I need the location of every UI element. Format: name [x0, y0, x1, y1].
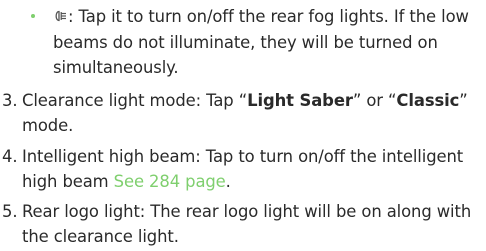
- list-item-number: 4.: [2, 147, 18, 166]
- list-item-text: Clearance light mode: Tap “Light Saber” …: [22, 88, 474, 138]
- list-item-text: Rear logo light: The rear logo light wil…: [22, 202, 472, 246]
- list-item-number: 5.: [2, 202, 18, 221]
- high-beam-suffix: .: [225, 172, 231, 191]
- list-item-number: 3.: [2, 91, 18, 110]
- rear-fog-light-icon: [53, 5, 67, 30]
- rear-fog-light-icon-svg: [55, 10, 66, 22]
- clearance-middle: ” or “: [352, 91, 397, 110]
- manual-page: : Tap it to turn on/off the rear fog lig…: [0, 0, 486, 251]
- page-reference-link[interactable]: See 284 page: [114, 172, 226, 191]
- list-item-text: Intelligent high beam: Tap to turn on/of…: [22, 144, 474, 194]
- bullet-text: : Tap it to turn on/off the rear fog lig…: [53, 4, 473, 80]
- classic-label: Classic: [396, 91, 460, 110]
- clearance-prefix: Clearance light mode: Tap “: [22, 91, 248, 110]
- bullet-dot: [31, 14, 35, 18]
- high-beam-text: Intelligent high beam: Tap to turn on/of…: [22, 147, 464, 191]
- light-saber-label: Light Saber: [247, 91, 353, 110]
- bullet-description: Tap it to turn on/off the rear fog light…: [53, 7, 469, 77]
